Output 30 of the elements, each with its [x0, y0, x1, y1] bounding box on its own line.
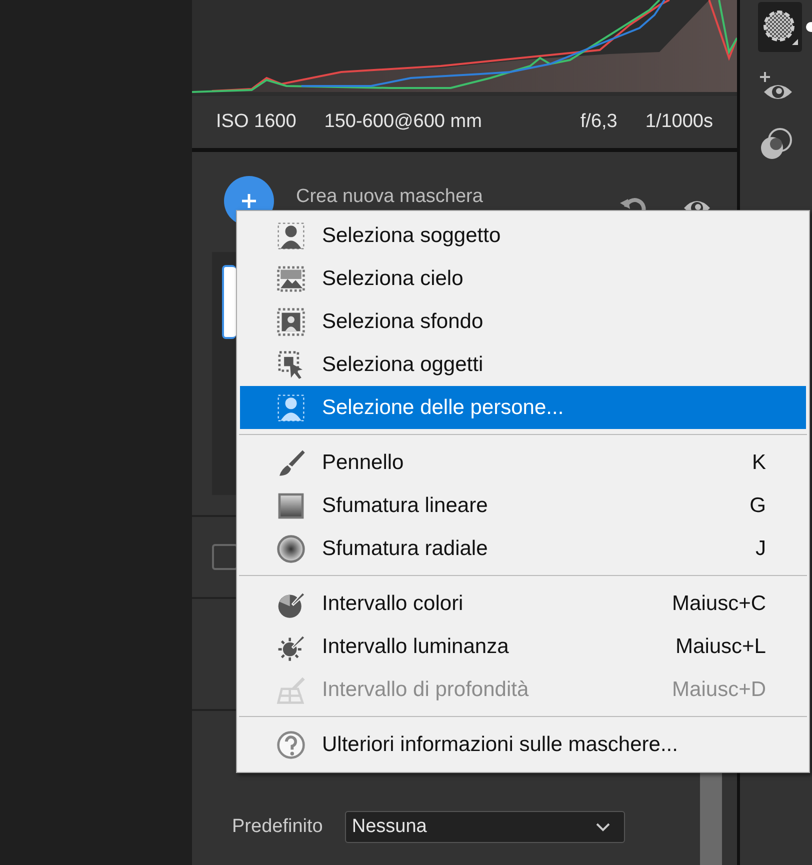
aperture-value: f/6,3 — [580, 111, 618, 133]
depth-picker-icon — [276, 674, 306, 704]
landscape-selection-icon — [276, 264, 306, 294]
linear-gradient-icon — [276, 490, 306, 520]
menu-item[interactable]: Seleziona oggetti — [240, 343, 806, 386]
menu-item[interactable]: Selezione delle persone... — [240, 386, 806, 429]
menu-item[interactable]: Intervallo luminanza Maiusc+L — [240, 625, 806, 668]
help-icon — [276, 730, 306, 760]
lens-value: 150-600@600 mm — [324, 111, 482, 133]
preset-label: Predefinito — [232, 816, 323, 838]
radial-gradient-icon — [276, 534, 306, 564]
person-selection-icon — [276, 392, 306, 422]
menu-item[interactable]: Seleziona sfondo — [240, 300, 806, 343]
menu-item[interactable]: Seleziona cielo — [240, 257, 806, 300]
shutter-value: 1/1000s — [645, 111, 713, 133]
menu-item[interactable]: Sfumatura radiale J — [240, 527, 806, 570]
preset-dropdown[interactable]: Nessuna — [344, 811, 625, 843]
iso-value: ISO 1600 — [216, 111, 296, 133]
person-selection-icon — [276, 220, 306, 250]
menu-item[interactable]: Pennello K — [240, 441, 806, 484]
chevron-icon — [596, 822, 610, 832]
menu-item[interactable]: Ulteriori informazioni sulle maschere... — [240, 723, 806, 766]
plus-icon — [241, 193, 257, 209]
menu-item[interactable]: Sfumatura lineare G — [240, 484, 806, 527]
mask-tool-button[interactable] — [758, 2, 802, 52]
mask-thumbnail[interactable] — [222, 265, 236, 339]
create-mask-label: Crea nuova maschera — [296, 186, 484, 208]
background-selection-icon — [276, 306, 306, 336]
menu-item[interactable]: Intervallo colori Maiusc+C — [240, 582, 806, 625]
menu-item[interactable]: Seleziona soggetto — [240, 214, 806, 257]
